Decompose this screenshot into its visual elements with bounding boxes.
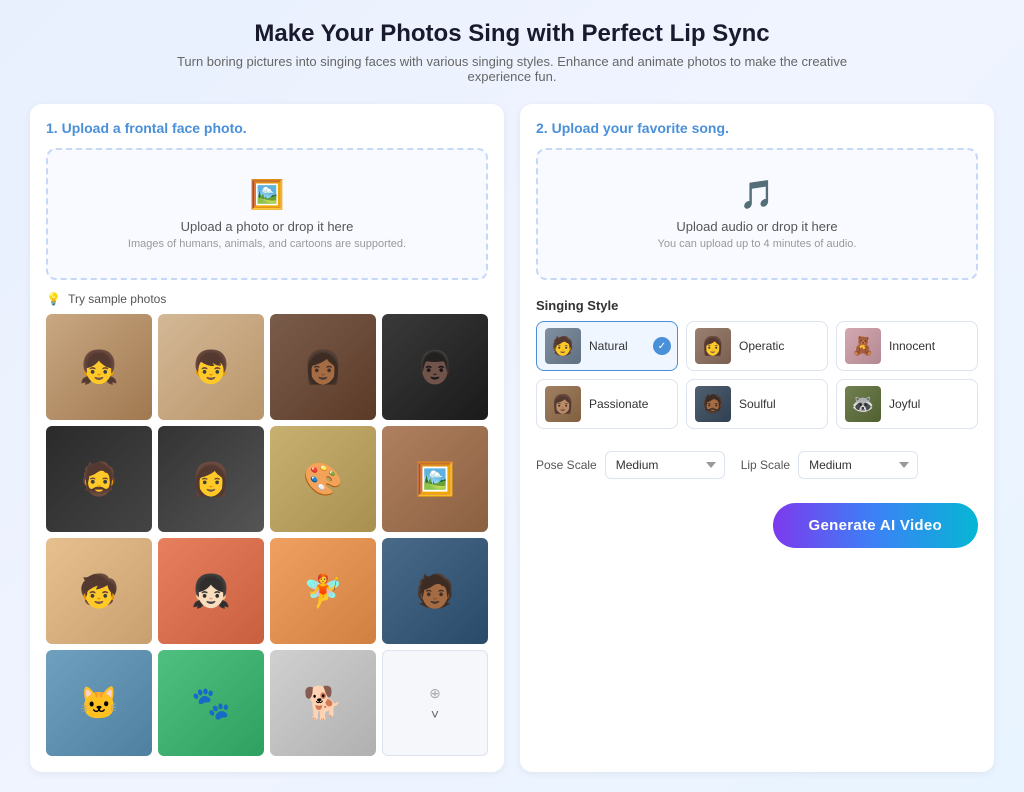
scroll-down-icon: ˅ [431,706,439,722]
style-thumb-passionate: 👩🏽 [545,386,581,422]
upload-audio-title: 2. Upload your favorite song. [536,120,978,136]
style-thumb-joyful: 🦝 [845,386,881,422]
photo-upload-icon: 🖼️ [68,178,466,211]
style-check-natural: ✓ [653,337,671,355]
audio-upload-main-text: Upload audio or drop it here [558,219,956,234]
style-grid-row1: 🧑 Natural ✓ 👩 Operatic [536,321,978,371]
style-name-natural: Natural [589,339,628,353]
page-subtitle: Turn boring pictures into singing faces … [172,54,852,84]
sample-photo-15[interactable]: 🐕 [270,650,376,756]
singing-style-title: Singing Style [536,298,978,313]
lip-scale-group: Lip Scale Low Medium High [741,451,918,479]
sample-photo-3[interactable]: 👩🏾 [270,314,376,420]
photo-upload-main-text: Upload a photo or drop it here [68,219,466,234]
right-panel: 2. Upload your favorite song. 🎵 Upload a… [520,104,994,772]
pose-scale-select[interactable]: Low Medium High [605,451,725,479]
sample-photo-6[interactable]: 👩 [158,426,264,532]
sample-photo-7[interactable]: 🎨 [270,426,376,532]
photos-grid: 👧 👦 👩🏾 👨🏿 🧔 [46,314,488,756]
style-name-innocent: Innocent [889,339,935,353]
style-joyful[interactable]: 🦝 Joyful [836,379,978,429]
audio-upload-zone[interactable]: 🎵 Upload audio or drop it here You can u… [536,148,978,280]
style-name-operatic: Operatic [739,339,784,353]
main-container: Make Your Photos Sing with Perfect Lip S… [0,0,1024,792]
main-grid: 1. Upload a frontal face photo. 🖼️ Uploa… [30,104,994,772]
style-thumb-innocent: 🧸 [845,328,881,364]
pose-scale-label: Pose Scale [536,458,597,472]
style-thumb-natural: 🧑 [545,328,581,364]
right-panel-inner: 2. Upload your favorite song. 🎵 Upload a… [536,120,978,548]
step1-label: Upload a frontal face photo. [62,120,247,136]
sample-photo-9[interactable]: 🧒 [46,538,152,644]
upload-photo-title: 1. Upload a frontal face photo. [46,120,488,136]
upload-audio-section: 2. Upload your favorite song. 🎵 Upload a… [536,120,978,280]
pose-scale-group: Pose Scale Low Medium High [536,451,725,479]
sample-photo-5[interactable]: 🧔 [46,426,152,532]
style-natural[interactable]: 🧑 Natural ✓ [536,321,678,371]
style-innocent[interactable]: 🧸 Innocent [836,321,978,371]
sample-photo-8[interactable]: 🖼️ [382,426,488,532]
generate-row: Generate AI Video [536,503,978,548]
sample-photo-13[interactable]: 🐱 [46,650,152,756]
style-thumb-operatic: 👩 [695,328,731,364]
photo-upload-sub-text: Images of humans, animals, and cartoons … [68,238,466,250]
style-thumb-soulful: 🧔🏾 [695,386,731,422]
style-soulful[interactable]: 🧔🏾 Soulful [686,379,828,429]
singing-style-section: Singing Style 🧑 Natural ✓ [536,298,978,437]
sample-section: 💡 Try sample photos 👧 👦 👩🏾 👨🏿 [46,292,488,756]
sample-label: 💡 Try sample photos [46,292,488,306]
sample-photo-12[interactable]: 🧑🏾 [382,538,488,644]
style-name-passionate: Passionate [589,397,648,411]
scroll-up-icon: ⊕ [429,685,441,702]
style-name-joyful: Joyful [889,397,920,411]
style-operatic[interactable]: 👩 Operatic [686,321,828,371]
lip-scale-select[interactable]: Low Medium High [798,451,918,479]
step1-number: 1. [46,120,58,136]
scroll-down-indicator[interactable]: ⊕ ˅ [382,650,488,756]
sample-text: Try sample photos [68,292,166,306]
sample-photo-4[interactable]: 👨🏿 [382,314,488,420]
audio-upload-sub-text: You can upload up to 4 minutes of audio. [558,238,956,250]
sample-photo-14[interactable]: 🐾 [158,650,264,756]
step2-number: 2. [536,120,548,136]
page-header: Make Your Photos Sing with Perfect Lip S… [30,20,994,84]
sample-photo-11[interactable]: 🧚 [270,538,376,644]
step2-label: Upload your favorite song. [552,120,729,136]
style-grid-row2: 👩🏽 Passionate 🧔🏾 Soulful [536,379,978,429]
sample-photo-10[interactable]: 👧🏻 [158,538,264,644]
sample-photo-1[interactable]: 👧 [46,314,152,420]
generate-button[interactable]: Generate AI Video [773,503,978,548]
sample-emoji: 💡 [46,292,61,306]
style-passionate[interactable]: 👩🏽 Passionate [536,379,678,429]
lip-scale-label: Lip Scale [741,458,790,472]
page-title: Make Your Photos Sing with Perfect Lip S… [30,20,994,48]
sample-photo-2[interactable]: 👦 [158,314,264,420]
left-panel: 1. Upload a frontal face photo. 🖼️ Uploa… [30,104,504,772]
photo-upload-zone[interactable]: 🖼️ Upload a photo or drop it here Images… [46,148,488,280]
audio-upload-icon: 🎵 [558,178,956,211]
style-name-soulful: Soulful [739,397,776,411]
scale-row: Pose Scale Low Medium High Lip Scale Low… [536,451,978,479]
